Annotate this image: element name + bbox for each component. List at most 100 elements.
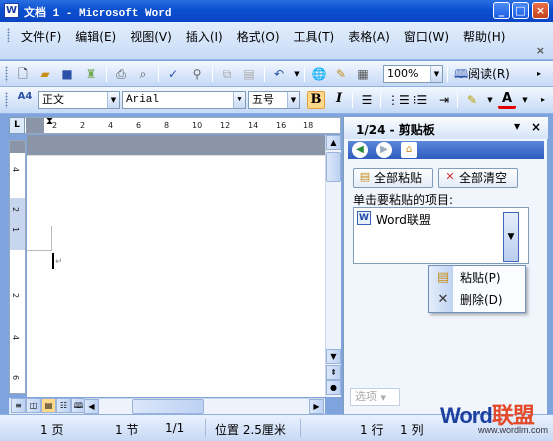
toolbar-separator xyxy=(352,92,353,108)
clipboard-item-dropdown-icon[interactable]: ▼ xyxy=(503,212,519,262)
menu-item[interactable]: 表格(A) xyxy=(341,26,397,47)
clear-all-button[interactable]: ✕ 全部清空 xyxy=(438,168,518,188)
read-button[interactable]: 🕮阅读(R) xyxy=(452,65,516,83)
window-title: 文档 1 - Microsoft Word xyxy=(24,8,172,20)
open-folder-icon[interactable]: ▰ xyxy=(36,65,54,83)
forward-arrow-icon[interactable]: ▶ xyxy=(376,142,392,158)
font-color-dropdown-icon[interactable]: ▼ xyxy=(516,91,534,109)
print-icon[interactable]: ⎙ xyxy=(112,65,130,83)
insert-table-icon[interactable]: ▦ xyxy=(354,65,372,83)
toolbar-grip[interactable] xyxy=(5,92,8,108)
task-pane-close-button[interactable]: × xyxy=(531,120,541,134)
menu-item[interactable]: 窗口(W) xyxy=(397,26,456,47)
hyperlink-icon[interactable]: 🌐 xyxy=(310,65,328,83)
menu-item[interactable]: 工具(T) xyxy=(287,26,342,47)
minimize-button[interactable]: _ xyxy=(493,2,510,19)
scroll-thumb[interactable] xyxy=(326,152,341,182)
italic-button[interactable]: I xyxy=(330,91,348,109)
justify-icon[interactable]: ☰ xyxy=(358,91,376,109)
status-page: 1 页 xyxy=(40,423,64,437)
scroll-up-arrow-icon[interactable]: ▲ xyxy=(326,135,341,150)
font-size-select[interactable]: 五号 ▼ xyxy=(248,91,300,109)
print-preview-icon[interactable]: ⌕ xyxy=(134,65,152,83)
undo-icon[interactable]: ↶ xyxy=(270,65,288,83)
menu-item[interactable]: 编辑(E) xyxy=(68,26,123,47)
page-gap xyxy=(27,135,325,155)
toolbar-options-icon[interactable]: ▸ xyxy=(530,65,548,83)
scroll-down-arrow-icon[interactable]: ▼ xyxy=(326,349,341,364)
toolbar-separator xyxy=(158,66,159,82)
bullets-icon[interactable]: ⁝☰ xyxy=(411,91,429,109)
outline-view-icon[interactable]: ☷ xyxy=(56,398,71,413)
copy-icon[interactable]: ⧉ xyxy=(218,65,236,83)
previous-page-icon[interactable]: ⇞ xyxy=(326,365,341,380)
context-paste-item[interactable]: ▤ 粘贴(P) xyxy=(430,267,524,289)
horizontal-scroll-thumb[interactable] xyxy=(132,399,204,414)
maximize-button[interactable]: □ xyxy=(512,2,529,19)
options-label: 选项 xyxy=(355,390,377,403)
indent-icon[interactable]: ⇥ xyxy=(435,91,453,109)
menu-item[interactable]: 帮助(H) xyxy=(456,26,512,47)
zoom-select[interactable]: 100% ▼ xyxy=(383,65,443,83)
horizontal-scrollbar[interactable]: ◀ ▶ xyxy=(84,398,325,414)
permission-icon[interactable]: ♜ xyxy=(82,65,100,83)
spelling-icon[interactable]: ✓ xyxy=(164,65,182,83)
scroll-left-arrow-icon[interactable]: ◀ xyxy=(84,399,99,414)
menu-item[interactable]: 文件(F) xyxy=(14,26,68,47)
style-select[interactable]: 正文 ▼ xyxy=(38,91,120,109)
vertical-scrollbar[interactable]: ▲ ▼ ⇞ ● xyxy=(325,135,341,397)
scroll-right-arrow-icon[interactable]: ▶ xyxy=(309,399,324,414)
delete-icon: ✕ xyxy=(437,292,449,307)
chevron-down-icon[interactable]: ▼ xyxy=(287,92,299,108)
menu-items: 文件(F) 编辑(E) 视图(V) 插入(I) 格式(O) 工具(T) 表格(A) 窗口(W)… xyxy=(14,26,512,47)
document-page[interactable]: ↵ xyxy=(27,135,325,397)
toolbar-options-icon[interactable]: ▸ xyxy=(534,91,552,109)
menu-item[interactable]: 插入(I) xyxy=(179,26,230,47)
toolbar-separator xyxy=(212,66,213,82)
chevron-down-icon[interactable]: ▼ xyxy=(233,92,245,108)
close-window-button[interactable]: × xyxy=(532,2,549,19)
clear-all-label: 全部清空 xyxy=(459,171,508,185)
indent-marker-icon[interactable]: ⧗ xyxy=(46,117,53,127)
chevron-down-icon[interactable]: ▼ xyxy=(430,66,442,82)
menu-item[interactable]: 视图(V) xyxy=(123,26,179,47)
toolbar-grip[interactable] xyxy=(5,66,8,82)
read-label: 阅读(R) xyxy=(468,67,510,81)
task-pane-menu-icon[interactable]: ▼ xyxy=(514,122,520,131)
print-layout-view-icon[interactable]: ▤ xyxy=(41,398,56,413)
web-view-icon[interactable]: ◫ xyxy=(26,398,41,413)
new-document-icon[interactable]: 🗋 xyxy=(14,65,32,83)
menu-item[interactable]: 格式(O) xyxy=(230,26,287,47)
save-icon[interactable]: ■ xyxy=(58,65,76,83)
vertical-ruler[interactable]: 4 2 1 2 4 6 xyxy=(9,140,26,394)
font-color-icon[interactable]: A xyxy=(498,91,516,109)
close-document-button[interactable]: × xyxy=(536,44,545,57)
context-delete-item[interactable]: ✕ 删除(D) xyxy=(430,289,524,311)
normal-view-icon[interactable]: ≡ xyxy=(11,398,26,413)
highlight-icon[interactable]: ✎ xyxy=(463,91,481,109)
tables-borders-icon[interactable]: ✎ xyxy=(332,65,350,83)
vertical-ruler-tick-label: 1 xyxy=(11,226,21,233)
paste-all-button[interactable]: ▤ 全部粘贴 xyxy=(353,168,433,188)
ruler-tick-label: 2 xyxy=(80,121,86,130)
paste-toolbar-icon[interactable]: ▤ xyxy=(240,65,258,83)
font-select[interactable]: Arial ▼ xyxy=(122,91,246,109)
task-pane-header: 1/24 - 剪贴板 ▼ × xyxy=(344,117,548,139)
menubar-grip[interactable] xyxy=(7,28,10,42)
options-button[interactable]: 选项 ▼ xyxy=(350,388,400,406)
research-icon[interactable]: ⚲ xyxy=(188,65,206,83)
status-separator xyxy=(300,419,301,437)
book-icon: 🕮 xyxy=(454,67,469,81)
menu-bar: 文件(F) 编辑(E) 视图(V) 插入(I) 格式(O) 工具(T) 表格(A) 窗口(W)… xyxy=(0,22,553,60)
highlight-dropdown-icon[interactable]: ▼ xyxy=(481,91,499,109)
styles-formatting-icon[interactable]: A4 xyxy=(14,91,36,109)
home-icon[interactable]: ⌂ xyxy=(401,142,417,158)
back-arrow-icon[interactable]: ◀ xyxy=(352,142,368,158)
numbering-icon[interactable]: ⋮☰ xyxy=(387,91,410,109)
bold-button[interactable]: B xyxy=(307,91,325,109)
chevron-down-icon[interactable]: ▼ xyxy=(107,92,119,108)
tab-selector[interactable]: L xyxy=(9,117,25,134)
select-browse-object-icon[interactable]: ● xyxy=(326,380,341,395)
context-delete-label: 删除(D) xyxy=(460,293,503,307)
horizontal-ruler[interactable]: 2 2 4 6 8 10 12 14 16 18 ⧗ xyxy=(9,117,341,134)
